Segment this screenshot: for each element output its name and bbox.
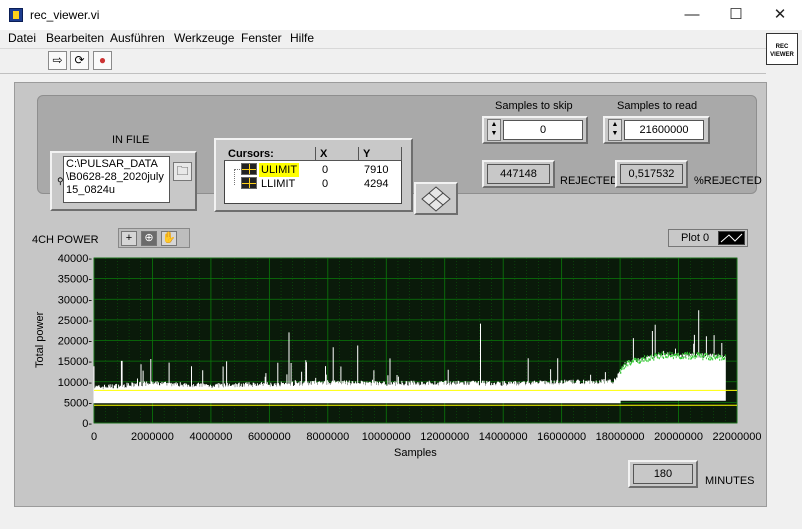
y-tick-label: 40000- [58, 253, 93, 265]
y-tick-label: 10000- [58, 377, 93, 389]
x-tick-label: 12000000 [420, 431, 469, 443]
x-tick-label: 22000000 [713, 431, 762, 443]
x-axis-label: Samples [394, 447, 437, 459]
x-tick-label: 14000000 [479, 431, 528, 443]
y-tick-label: 20000- [58, 336, 93, 348]
minutes-indicator: 180 [633, 464, 693, 484]
x-tick-label: 8000000 [306, 431, 349, 443]
x-tick-label: 18000000 [596, 431, 645, 443]
x-tick-label: 0 [91, 431, 97, 443]
y-tick-label: 30000- [58, 294, 93, 306]
y-tick-label: 5000- [64, 397, 92, 409]
x-tick-label: 10000000 [362, 431, 411, 443]
minutes-label: MINUTES [705, 475, 755, 487]
x-tick-label: 20000000 [654, 431, 703, 443]
y-tick-label: 15000- [58, 356, 93, 368]
x-tick-label: 16000000 [537, 431, 586, 443]
x-tick-label: 6000000 [248, 431, 291, 443]
y-tick-label: 0- [82, 418, 92, 430]
x-tick-label: 4000000 [189, 431, 232, 443]
x-tick-label: 2000000 [131, 431, 174, 443]
y-axis-label: Total power [34, 311, 46, 368]
y-tick-label: 35000- [58, 274, 93, 286]
y-tick-label: 25000- [58, 315, 93, 327]
